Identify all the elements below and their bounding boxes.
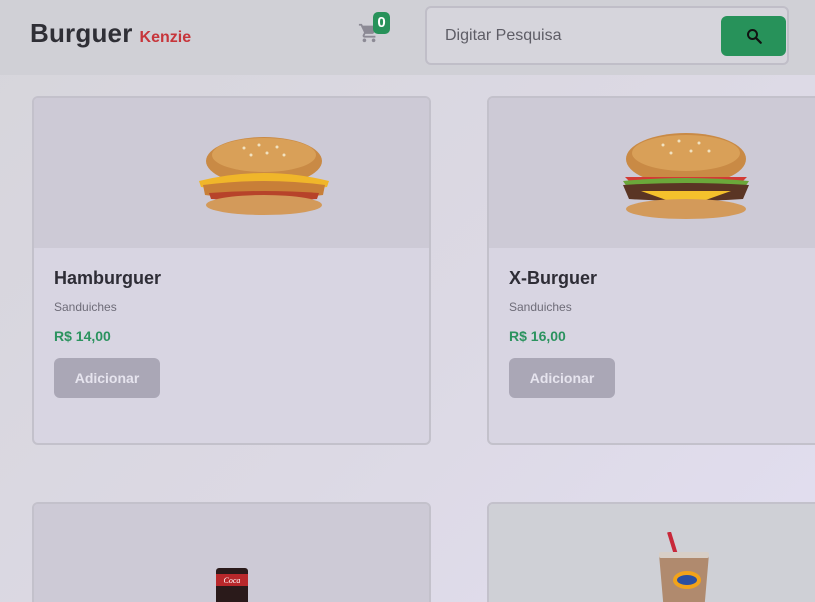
cart-count-badge: 0 [373, 12, 390, 34]
product-price: R$ 16,00 [509, 328, 566, 344]
product-image [489, 98, 815, 248]
product-info: X-Burguer Sanduiches R$ 16,00 Adicionar [489, 248, 815, 418]
search-button[interactable] [721, 16, 786, 56]
product-card: X-Burguer Sanduiches R$ 16,00 Adicionar [487, 96, 815, 445]
x-burger-image [623, 133, 749, 219]
svg-text:Coca: Coca [224, 576, 241, 585]
coca-cola-image: Coca [216, 568, 248, 602]
logo: Burguer Kenzie [30, 18, 191, 49]
search-input[interactable] [445, 20, 715, 52]
product-category: Sanduiches [509, 300, 572, 314]
product-card: Hamburguer Sanduiches R$ 14,00 Adicionar [32, 96, 431, 445]
product-price: R$ 14,00 [54, 328, 111, 344]
page: Burguer Kenzie 0 Digitar Pesquisa Hambur… [0, 0, 815, 602]
add-to-cart-button[interactable]: Adicionar [509, 358, 615, 398]
product-image [489, 504, 815, 602]
product-name: X-Burguer [509, 268, 598, 288]
search-icon [746, 29, 762, 44]
logo-main: Burguer [30, 18, 133, 48]
header: Burguer Kenzie 0 [0, 0, 815, 75]
product-card: Coca [32, 502, 431, 602]
product-category: Sanduiches [54, 300, 117, 314]
product-name: Hamburguer [54, 268, 162, 288]
logo-sub: Kenzie [139, 29, 192, 46]
ovomaltine-image [659, 532, 709, 602]
product-info: Hamburguer Sanduiches R$ 14,00 Adicionar [34, 248, 429, 418]
product-image [34, 98, 429, 248]
add-to-cart-button[interactable]: Adicionar [54, 358, 160, 398]
hamburger-image [199, 137, 329, 215]
product-image: Coca [34, 504, 429, 602]
product-card [487, 502, 815, 602]
search-box [425, 6, 789, 65]
